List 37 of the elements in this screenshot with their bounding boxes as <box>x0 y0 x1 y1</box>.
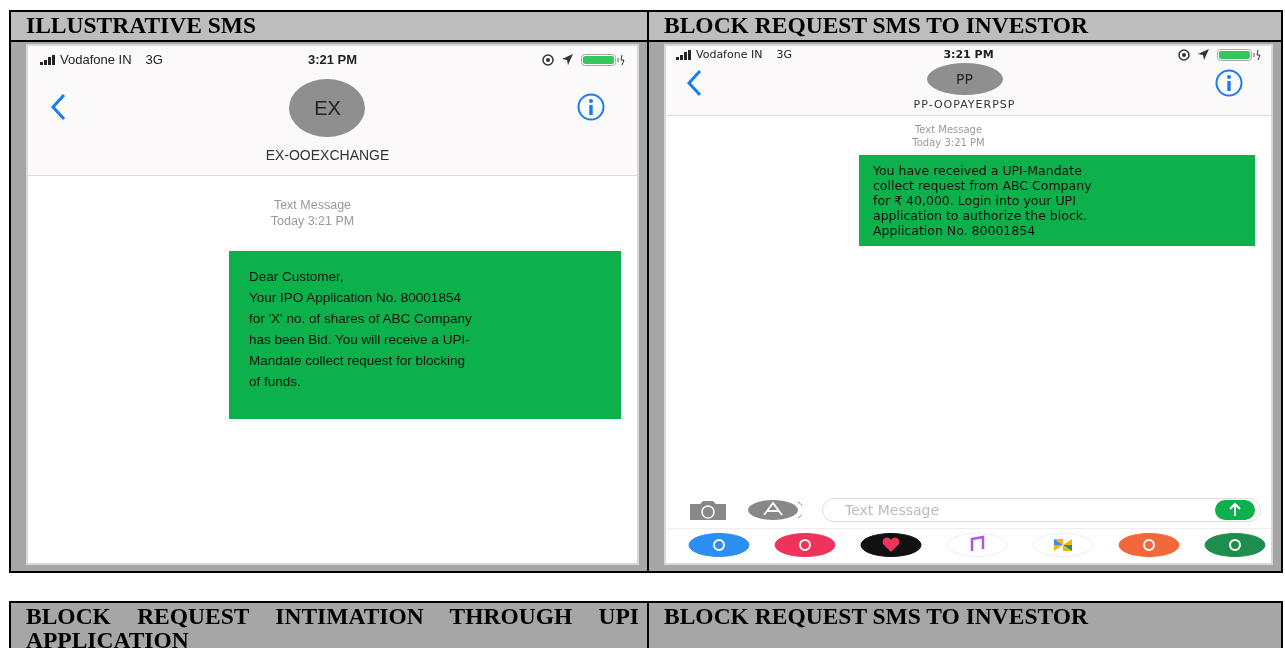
message-bubble: Dear Customer, Your IPO Application No. 80001854 for 'X' no. of shares of ABC Company has been Bid. You will receive a UPI- Mandate collect request for blocking of funds. <box>229 251 621 419</box>
location-icon <box>1198 49 1209 60</box>
network-type: 3G <box>776 48 792 61</box>
location-icon <box>562 54 573 65</box>
section-heading: BLOCK REQUEST SMS TO INVESTOR <box>664 605 1090 629</box>
info-icon[interactable] <box>577 93 605 121</box>
message-type: Text Message <box>272 198 353 214</box>
message-timestamp: Today 3:21 PM <box>912 136 985 149</box>
music-note-icon[interactable] <box>946 533 1008 557</box>
message-timestamp: Today 3:21 PM <box>270 213 355 230</box>
send-icon[interactable] <box>1215 500 1255 520</box>
section-heading: BLOCK REQUEST SMS TO INVESTOR <box>664 14 1090 38</box>
battery-icon <box>581 53 625 66</box>
section-heading: BLOCK REQUEST INTIMATION THROUGH UPI APPLICATION <box>26 605 639 648</box>
message-bubble: You have received a UPI-Mandate collect request from ABC Company for ₹ 40,000. Login into your UPI application to authorize the block. Application No. 80001854 <box>859 155 1255 246</box>
app-store-icon[interactable] <box>748 500 802 520</box>
section-heading: ILLUSTRATIVE SMS <box>26 14 258 38</box>
contact-name: EX-OOEXCHANGE <box>265 147 390 163</box>
carrier-name: Vodafone IN <box>696 48 763 61</box>
back-icon[interactable] <box>686 69 702 97</box>
network-type: 3G <box>145 52 163 67</box>
pinwheel-icon[interactable] <box>1032 533 1094 557</box>
message-type: Text Message <box>913 124 984 137</box>
contact-avatar: EX <box>289 79 366 137</box>
status-time: 3:21 PM <box>942 48 995 61</box>
signal-icon <box>40 54 56 65</box>
camera-icon[interactable] <box>688 500 728 520</box>
contact-avatar: PP <box>926 63 1003 95</box>
info-icon[interactable] <box>1215 69 1243 97</box>
back-icon[interactable] <box>50 93 66 121</box>
battery-icon <box>1217 48 1261 61</box>
app-icon[interactable] <box>860 533 922 557</box>
status-time: 3:21 PM <box>306 52 359 67</box>
signal-icon <box>676 49 692 60</box>
carrier-name: Vodafone IN <box>60 52 132 67</box>
contact-name: PP-OOPAYERPSP <box>913 98 1016 111</box>
message-input[interactable]: Text Message <box>822 498 1261 522</box>
